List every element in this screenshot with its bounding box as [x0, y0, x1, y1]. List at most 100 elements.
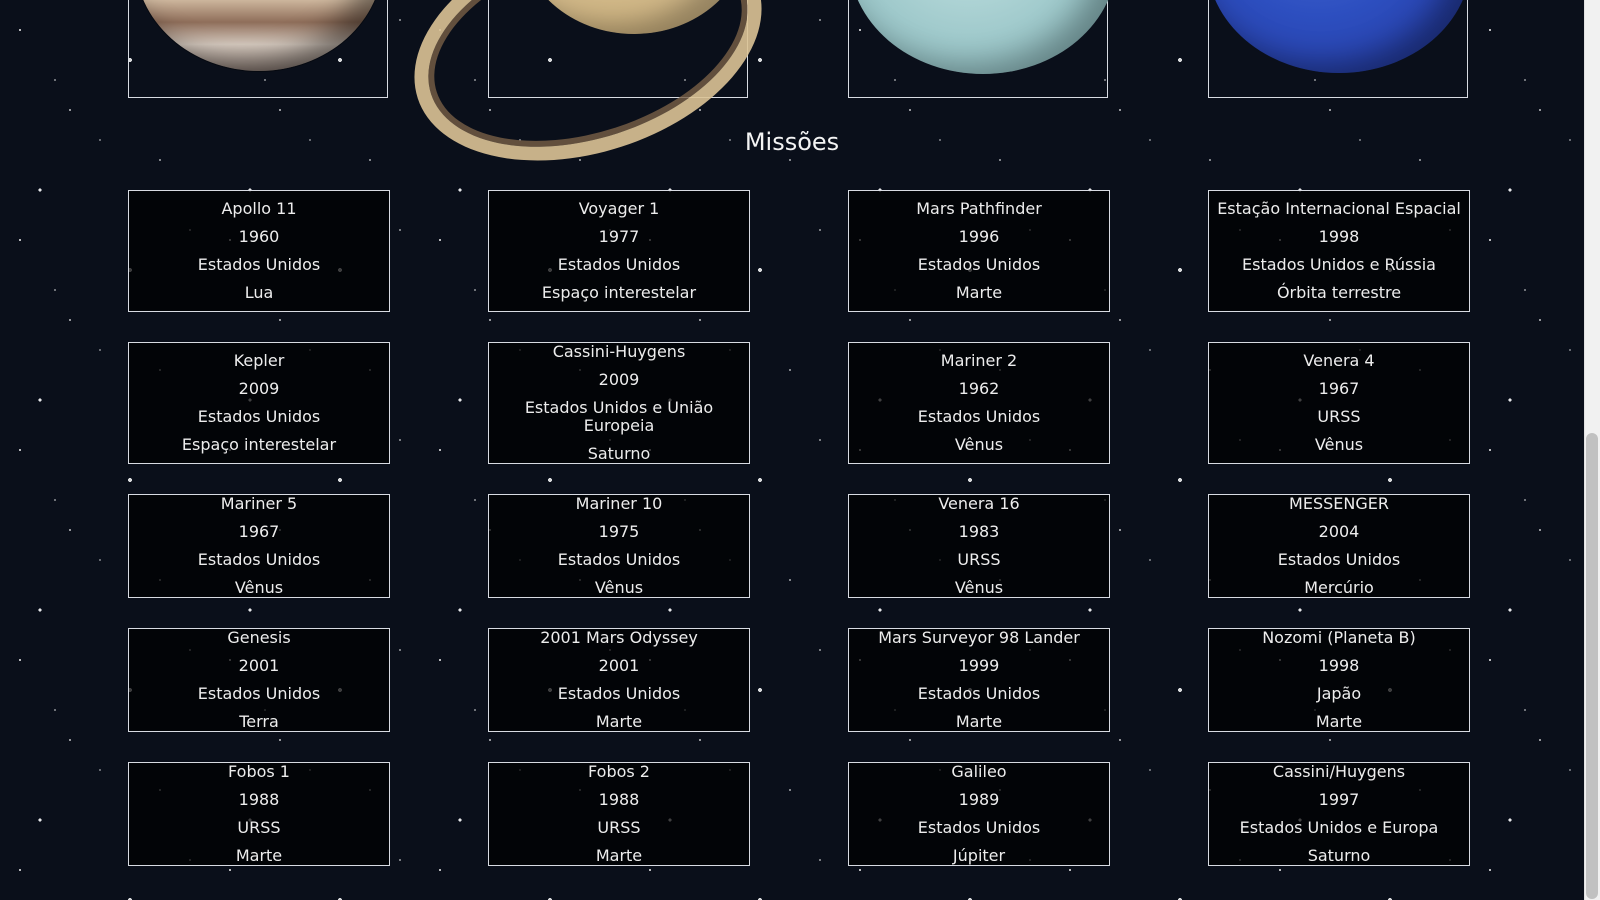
planet-card-uranus[interactable]: [848, 0, 1117, 98]
mission-destination: Terra: [239, 712, 279, 731]
mission-card[interactable]: Apollo 11 1960 Estados Unidos Lua: [128, 190, 390, 312]
mission-card[interactable]: Voyager 1 1977 Estados Unidos Espaço int…: [488, 190, 750, 312]
mission-name: 2001 Mars Odyssey: [540, 628, 698, 647]
mission-country: Estados Unidos: [917, 255, 1041, 274]
vertical-scrollbar[interactable]: [1584, 0, 1600, 900]
mission-destination: Marte: [1315, 712, 1363, 731]
mission-card[interactable]: Mariner 2 1962 Estados Unidos Vênus: [848, 342, 1110, 464]
mission-destination: Marte: [955, 283, 1003, 302]
mission-year: 1988: [598, 790, 640, 809]
mission-card[interactable]: Venera 4 1967 URSS Vênus: [1208, 342, 1470, 464]
mission-card[interactable]: Cassini-Huygens 2009 Estados Unidos e Un…: [488, 342, 750, 464]
mission-year: 1988: [238, 790, 280, 809]
mission-name: Mariner 5: [220, 494, 298, 513]
mission-card[interactable]: Mariner 10 1975 Estados Unidos Vênus: [488, 494, 750, 598]
mission-country: URSS: [957, 550, 1001, 569]
mission-country: Estados Unidos: [557, 550, 681, 569]
mission-year: 1967: [1318, 379, 1360, 398]
mission-country: Estados Unidos: [917, 684, 1041, 703]
scrollbar-thumb[interactable]: [1586, 433, 1598, 899]
mission-name: MESSENGER: [1289, 494, 1389, 513]
mission-year: 1996: [958, 227, 1000, 246]
mission-card[interactable]: Nozomi (Planeta B) 1998 Japão Marte: [1208, 628, 1470, 732]
mission-name: Venera 4: [1303, 351, 1375, 370]
mission-year: 1977: [598, 227, 640, 246]
mission-card[interactable]: Fobos 2 1988 URSS Marte: [488, 762, 750, 866]
mission-card[interactable]: Fobos 1 1988 URSS Marte: [128, 762, 390, 866]
mission-card[interactable]: Estação Internacional Espacial 1998 Esta…: [1208, 190, 1470, 312]
mission-year: 2009: [598, 370, 640, 389]
mission-name: Fobos 2: [588, 762, 650, 781]
missions-grid: Apollo 11 1960 Estados Unidos Lua Voyage…: [128, 190, 1472, 866]
mission-card[interactable]: 2001 Mars Odyssey 2001 Estados Unidos Ma…: [488, 628, 750, 732]
mission-year: 1962: [958, 379, 1000, 398]
mission-destination: Marte: [955, 712, 1003, 731]
mission-card[interactable]: Cassini/Huygens 1997 Estados Unidos e Eu…: [1208, 762, 1470, 866]
mission-destination: Vênus: [234, 578, 284, 597]
uranus-image: [849, 0, 1117, 74]
missions-title: Missões: [744, 128, 840, 156]
mission-country: URSS: [237, 818, 281, 837]
mission-year: 1989: [958, 790, 1000, 809]
planets-row: [0, 0, 1584, 202]
mission-card[interactable]: Mars Surveyor 98 Lander 1999 Estados Uni…: [848, 628, 1110, 732]
mission-destination: Vênus: [954, 435, 1004, 454]
mission-country: Estados Unidos: [1277, 550, 1401, 569]
mission-card[interactable]: Kepler 2009 Estados Unidos Espaço intere…: [128, 342, 390, 464]
mission-name: Cassini/Huygens: [1272, 762, 1406, 781]
page: Missões Apollo 11 1960 Estados Unidos Lu…: [0, 0, 1584, 900]
mission-year: 1999: [958, 656, 1000, 675]
planet-card-jupiter[interactable]: [128, 0, 388, 98]
mission-destination: Marte: [235, 846, 283, 865]
mission-country: Japão: [1316, 684, 1362, 703]
mission-country: Estados Unidos: [197, 255, 321, 274]
mission-year: 1983: [958, 522, 1000, 541]
mission-name: Nozomi (Planeta B): [1262, 628, 1416, 647]
mission-year: 1967: [238, 522, 280, 541]
mission-year: 1960: [238, 227, 280, 246]
planet-card-saturn[interactable]: [384, 0, 792, 202]
mission-country: Estados Unidos: [557, 684, 681, 703]
mission-destination: Saturno: [1307, 846, 1371, 865]
mission-name: Mars Surveyor 98 Lander: [878, 628, 1080, 647]
mission-year: 1998: [1318, 656, 1360, 675]
mission-country: Estados Unidos: [197, 550, 321, 569]
mission-destination: Júpiter: [952, 846, 1006, 865]
mission-country: URSS: [597, 818, 641, 837]
mission-destination: Marte: [595, 712, 643, 731]
mission-card[interactable]: Mars Pathfinder 1996 Estados Unidos Mart…: [848, 190, 1110, 312]
mission-destination: Espaço interestelar: [181, 435, 337, 454]
mission-name: Voyager 1: [578, 199, 660, 218]
jupiter-image: [135, 0, 383, 71]
mission-destination: Marte: [595, 846, 643, 865]
mission-destination: Vênus: [954, 578, 1004, 597]
mission-country: Estados Unidos: [197, 684, 321, 703]
mission-country: Estados Unidos: [917, 818, 1041, 837]
mission-name: Venera 16: [938, 494, 1020, 513]
mission-country: Estados Unidos: [917, 407, 1041, 426]
mission-destination: Vênus: [1314, 435, 1364, 454]
mission-destination: Vênus: [594, 578, 644, 597]
mission-country: Estados Unidos e Europa: [1239, 818, 1439, 837]
mission-card[interactable]: MESSENGER 2004 Estados Unidos Mercúrio: [1208, 494, 1470, 598]
mission-country: Estados Unidos e União Europeia: [524, 398, 714, 435]
mission-name: Cassini-Huygens: [552, 342, 686, 361]
mission-card[interactable]: Genesis 2001 Estados Unidos Terra: [128, 628, 390, 732]
mission-name: Estação Internacional Espacial: [1217, 199, 1461, 218]
mission-name: Genesis: [227, 628, 291, 647]
mission-year: 2001: [598, 656, 640, 675]
mission-name: Galileo: [951, 762, 1007, 781]
planet-card-neptune[interactable]: [1207, 0, 1471, 98]
saturn-ring-image: [384, 0, 792, 202]
mission-card[interactable]: Galileo 1989 Estados Unidos Júpiter: [848, 762, 1110, 866]
mission-name: Kepler: [233, 351, 285, 370]
mission-country: Estados Unidos e Rússia: [1242, 255, 1436, 274]
mission-year: 1975: [598, 522, 640, 541]
mission-year: 2004: [1318, 522, 1360, 541]
mission-year: 1998: [1318, 227, 1360, 246]
mission-name: Mariner 10: [575, 494, 663, 513]
mission-destination: Lua: [244, 283, 274, 302]
mission-card[interactable]: Venera 16 1983 URSS Vênus: [848, 494, 1110, 598]
mission-card[interactable]: Mariner 5 1967 Estados Unidos Vênus: [128, 494, 390, 598]
mission-name: Apollo 11: [221, 199, 297, 218]
